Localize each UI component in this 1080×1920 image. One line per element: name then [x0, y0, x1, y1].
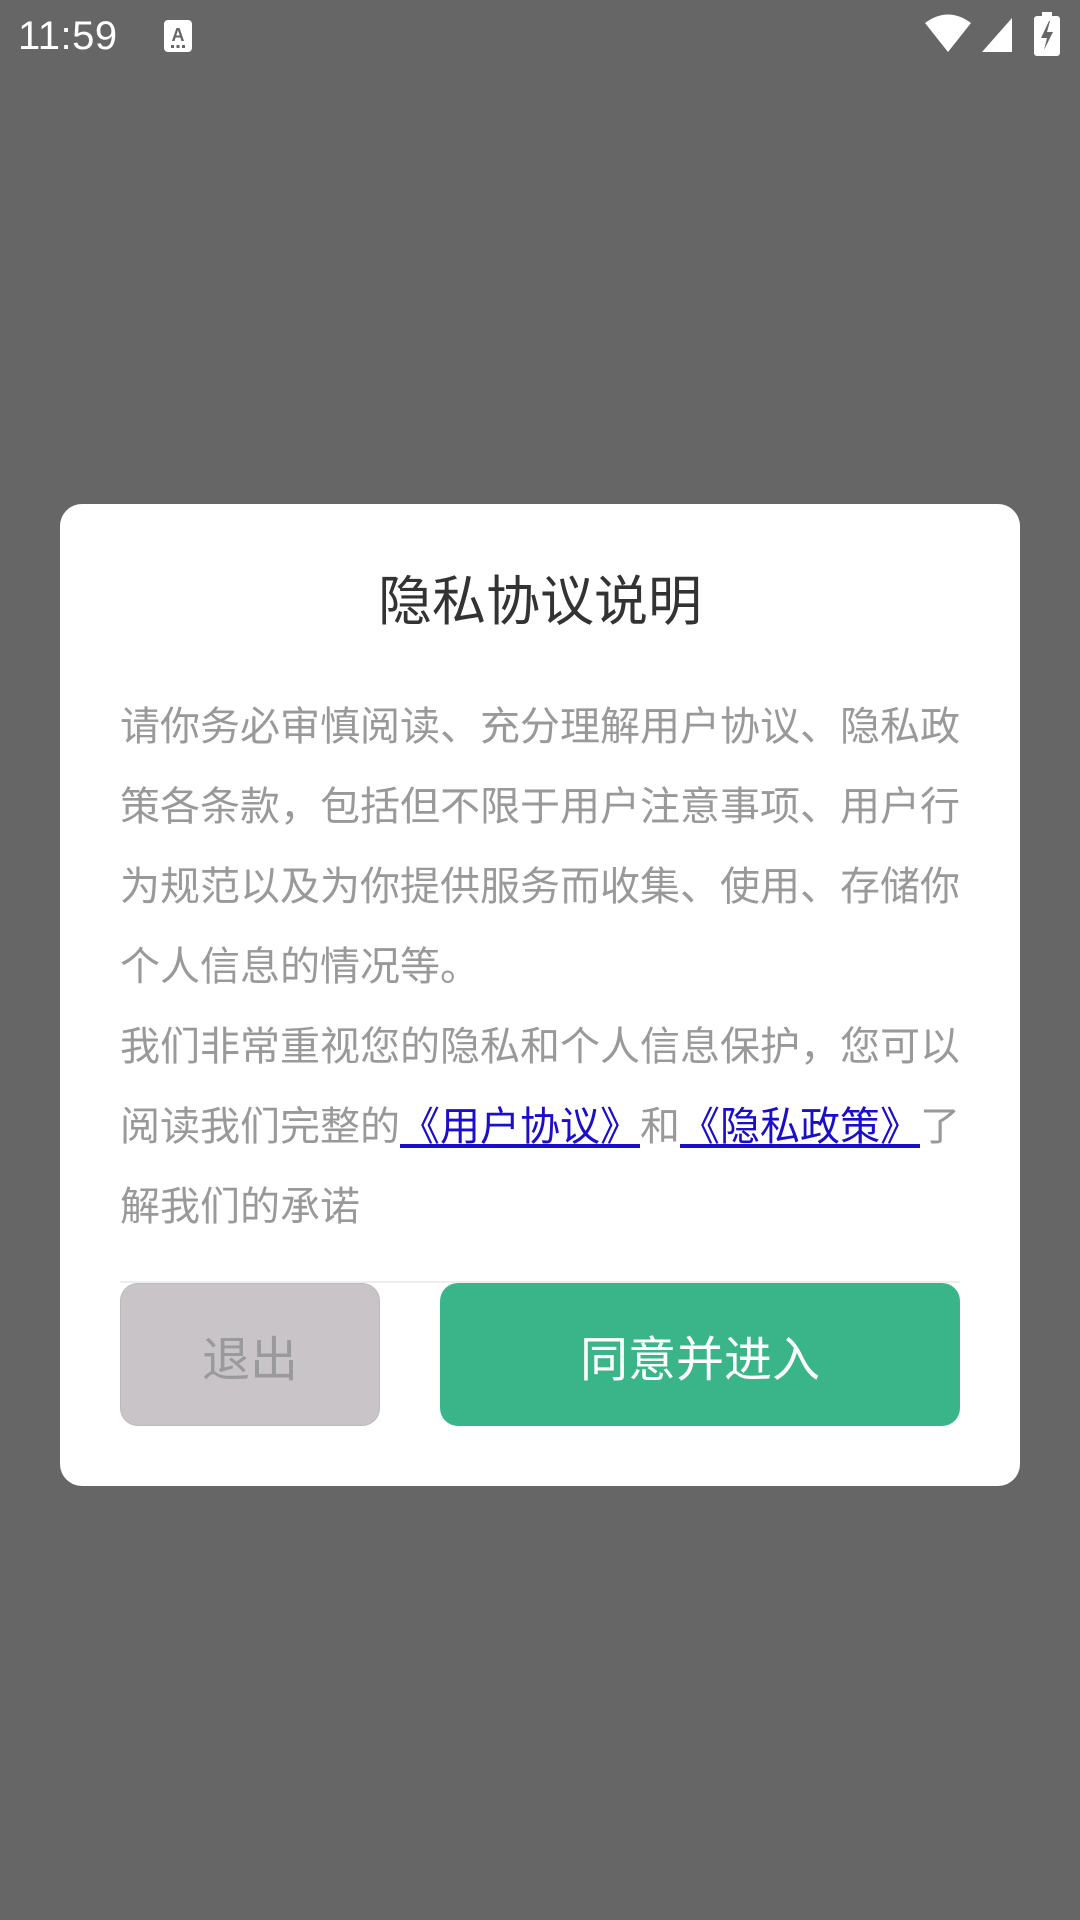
dialog-body: 请你务必审慎阅读、充分理解用户协议、隐私政策各条款，包括但不限于用户注意事项、用… [120, 687, 960, 1247]
exit-button[interactable]: 退出 [120, 1283, 380, 1426]
privacy-paragraph-2: 我们非常重视您的隐私和个人信息保护，您可以阅读我们完整的《用户协议》和《隐私政策… [120, 1007, 960, 1247]
agree-and-enter-button[interactable]: 同意并进入 [440, 1283, 960, 1426]
privacy-paragraph-1: 请你务必审慎阅读、充分理解用户协议、隐私政策各条款，包括但不限于用户注意事项、用… [120, 704, 960, 990]
connector-text: 和 [640, 1104, 680, 1150]
text-a-icon: A [164, 20, 192, 52]
status-time: 11:59 [18, 14, 118, 58]
cell-signal-icon [982, 18, 1012, 52]
wifi-icon [925, 14, 971, 52]
screen: 11:59 A 隐私协议说明 请你务必审慎阅读、充分理解用户协议、隐私政策各条款… [0, 0, 1080, 1920]
user-agreement-link[interactable]: 《用户协议》 [400, 1104, 640, 1150]
dialog-title: 隐私协议说明 [378, 570, 702, 633]
privacy-policy-link[interactable]: 《隐私政策》 [680, 1104, 920, 1150]
status-bar: 11:59 A [0, 0, 1080, 72]
svg-text:A: A [172, 25, 185, 45]
battery-charging-icon [1034, 12, 1060, 56]
